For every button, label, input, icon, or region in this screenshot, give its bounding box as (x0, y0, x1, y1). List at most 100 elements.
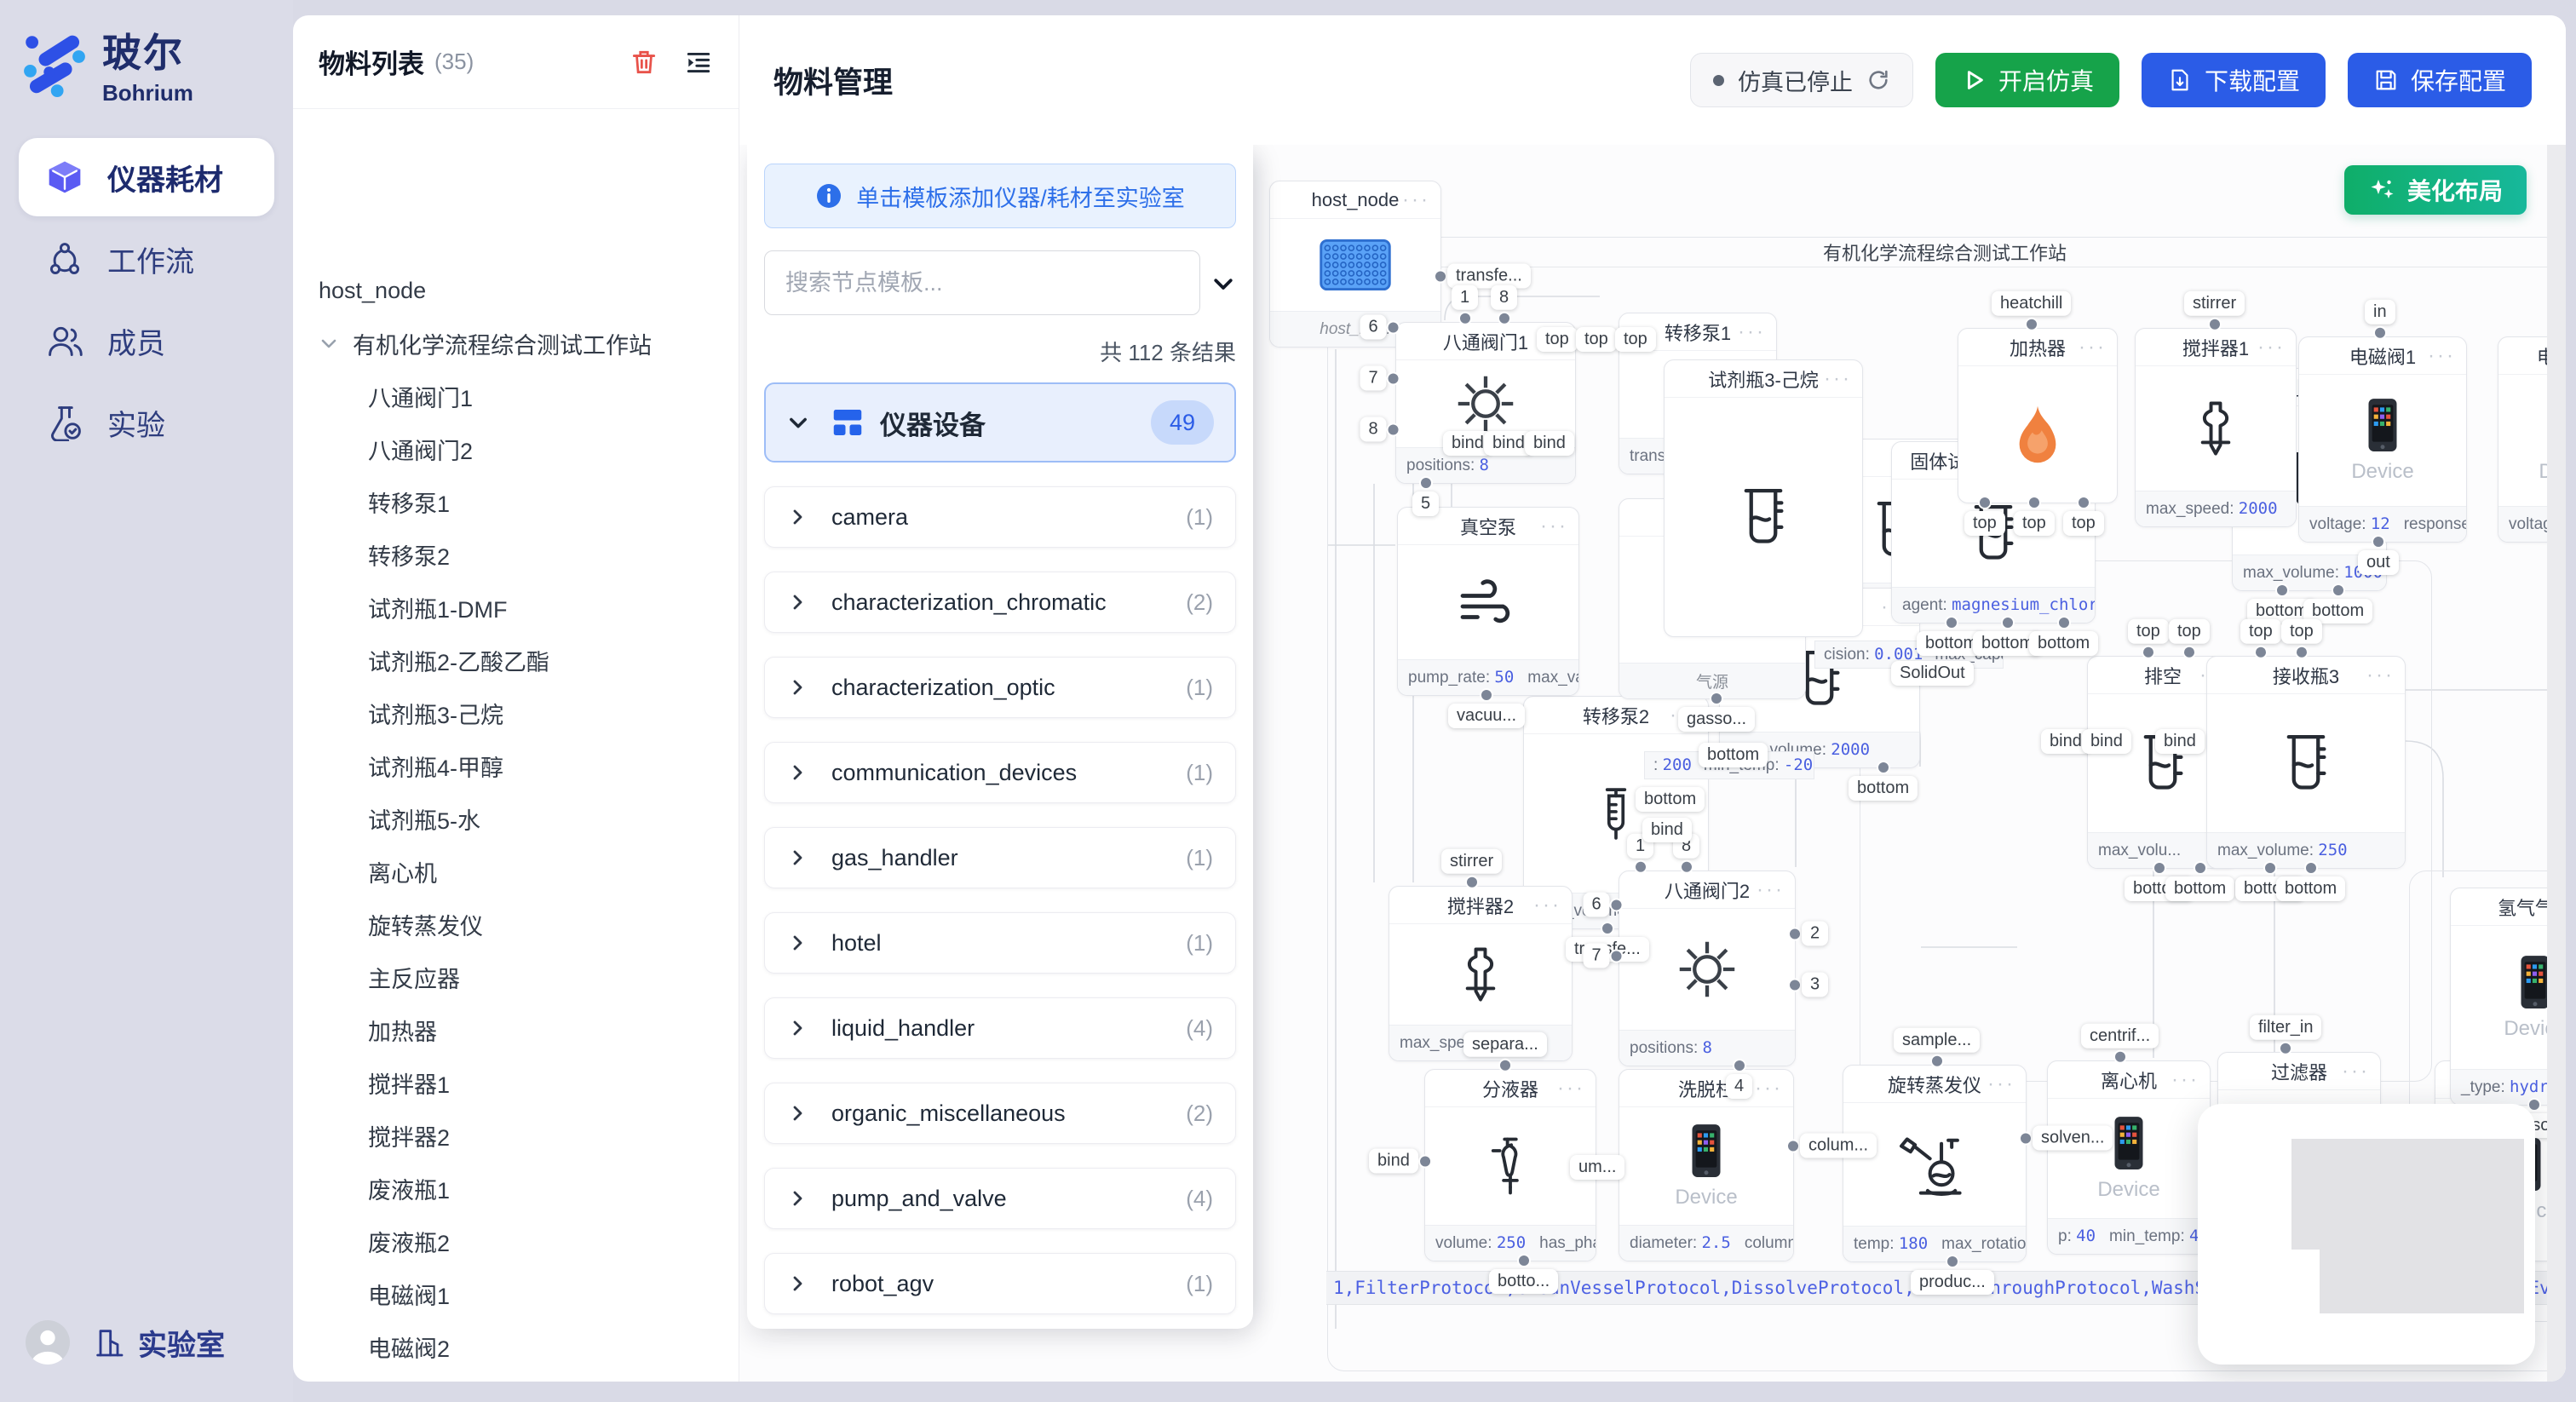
template-category-hotel[interactable]: hotel(1) (764, 912, 1236, 974)
canvas-node[interactable]: 旋转蒸发仪···temp: 180max_rotation_speed: (1843, 1065, 2027, 1262)
node-menu-icon[interactable]: ··· (1402, 188, 1430, 212)
node-menu-icon[interactable]: ··· (1738, 320, 1766, 344)
tree-item[interactable]: 旋转蒸发仪 (293, 898, 739, 951)
tree-item[interactable]: 试剂瓶2-乙酸乙酯 (293, 634, 739, 687)
template-category-organic_miscellaneous[interactable]: organic_miscellaneous(2) (764, 1083, 1236, 1144)
node-menu-icon[interactable]: ··· (1670, 704, 1698, 727)
node-menu-icon[interactable]: ··· (1824, 367, 1852, 391)
canvas-node[interactable]: 加热器··· (1958, 328, 2118, 503)
tree-item[interactable]: 转移泵1 (293, 475, 739, 528)
minimap[interactable] (2198, 1104, 2535, 1365)
template-category-characterization_optic[interactable]: characterization_optic(1) (764, 657, 1236, 718)
node-menu-icon[interactable]: ··· (2342, 1060, 2370, 1083)
node-title: host_node··· (1270, 181, 1440, 219)
canvas-node[interactable]: 接收瓶3···max_volume: 250 (2206, 656, 2406, 869)
node-menu-icon[interactable]: ··· (2257, 336, 2286, 359)
tree-item[interactable]: 电磁阀1 (293, 1267, 739, 1320)
param-value: 200 (1663, 756, 1692, 774)
node-menu-icon[interactable]: ··· (1755, 1077, 1783, 1100)
node-menu-icon[interactable]: ··· (1987, 1072, 2015, 1096)
chevron-down-icon[interactable] (319, 333, 339, 353)
tree-item[interactable]: 加热器 (293, 1003, 739, 1056)
sim-status-pill[interactable]: 仿真已停止 (1690, 53, 1913, 107)
node-menu-icon[interactable]: ··· (2171, 1068, 2199, 1092)
canvas-node[interactable]: 八通阀门2···positions: 8 (1619, 871, 1796, 1066)
canvas-node[interactable]: 真空泵···pump_rate: 50max_vacuum: 0.1 (1397, 507, 1579, 696)
tree-item[interactable]: 搅拌器2 (293, 1109, 739, 1162)
template-category-pump_and_valve[interactable]: pump_and_valve(4) (764, 1168, 1236, 1229)
node-title: 分液器··· (1425, 1070, 1596, 1107)
chevron-right-icon (787, 507, 808, 527)
avatar[interactable] (26, 1320, 70, 1365)
canvas-node[interactable]: 搅拌器1···max_speed: 2000 (2135, 328, 2297, 527)
trash-icon[interactable] (630, 48, 658, 77)
collapse-list-icon[interactable] (684, 48, 713, 77)
canvas-node[interactable]: 分液器··· volume: 250has_phases: true (1424, 1069, 1596, 1261)
node-param-value: 180 (1899, 1234, 1928, 1253)
tree-item[interactable]: 试剂瓶3-己烷 (293, 687, 739, 739)
node-footer: positions: 8 (1619, 1030, 1795, 1066)
tree-item[interactable]: 废液瓶1 (293, 1162, 739, 1215)
canvas-node[interactable]: 离心机···Devicep: 40min_temp: 4max_spe (2047, 1060, 2211, 1255)
stirrer-icon (2186, 392, 2245, 465)
sidebar-item-cube[interactable]: 仪器耗材 (19, 138, 274, 216)
tree-item[interactable]: 氢气电磁阀 (293, 1373, 739, 1382)
tree-item-group[interactable]: 有机化学流程综合测试工作站 (293, 317, 739, 370)
node-menu-icon[interactable]: ··· (2428, 344, 2456, 368)
refresh-icon[interactable] (1866, 68, 1890, 92)
canvas-node[interactable]: 洗脱柱···Devicediameter: 2.5column_type: si (1619, 1069, 1794, 1261)
canvas-node[interactable]: 八通阀门1···positions: 8 (1395, 322, 1576, 484)
sidebar-item-workflow[interactable]: 工作流 (19, 220, 274, 298)
template-category-communication_devices[interactable]: communication_devices(1) (764, 742, 1236, 803)
node-param-value: 2.5 (1701, 1233, 1730, 1252)
template-category-characterization_chromatic[interactable]: characterization_chromatic(2) (764, 572, 1236, 633)
tree-item[interactable]: 离心机 (293, 845, 739, 898)
canvas-node[interactable]: 电磁阀1···Devicevoltage: 12response_time: 0… (2298, 336, 2467, 543)
tree-item[interactable]: 八通阀门2 (293, 422, 739, 475)
collapse-panel-icon[interactable] (1210, 271, 1236, 296)
node-menu-icon[interactable]: ··· (2366, 664, 2395, 687)
node-menu-icon[interactable]: ··· (1557, 1077, 1585, 1100)
canvas-scrollbar[interactable] (2547, 145, 2566, 1382)
sidebar-item-members[interactable]: 成员 (19, 302, 274, 380)
start-sim-button[interactable]: 开启仿真 (1935, 53, 2119, 107)
tree-item[interactable]: 废液瓶2 (293, 1215, 739, 1267)
tree-item[interactable]: 主反应器 (293, 951, 739, 1003)
template-category-camera[interactable]: camera(1) (764, 486, 1236, 548)
node-param: pump_rate: 50 (1408, 668, 1514, 687)
node-menu-icon[interactable]: ··· (1757, 878, 1785, 902)
node-footer: volume: 250has_phases: true (1425, 1225, 1596, 1261)
tree-item[interactable]: 试剂瓶5-水 (293, 792, 739, 845)
tree-item[interactable]: 搅拌器1 (293, 1056, 739, 1109)
app-container: 物料列表 (35) host_node有机化学流程综合测试工作站八通阀门1八通阀… (293, 15, 2566, 1382)
node-param-value: 8 (1703, 1038, 1712, 1057)
node-param-value: 2000 (2239, 499, 2278, 518)
beautify-layout-button[interactable]: 美化布局 (2344, 165, 2527, 215)
download-config-button[interactable]: 下载配置 (2142, 53, 2326, 107)
canvas-node[interactable]: 搅拌器2···max_speed: 2000 (1389, 886, 1573, 1061)
template-category-liquid_handler[interactable]: liquid_handler(4) (764, 997, 1236, 1059)
status-dot-icon (1713, 75, 1724, 86)
tree-item[interactable]: 试剂瓶1-DMF (293, 581, 739, 634)
tree-item[interactable]: 试剂瓶4-甲醇 (293, 739, 739, 792)
beaker-icon (1731, 485, 1796, 549)
node-menu-icon[interactable]: ··· (1540, 514, 1568, 538)
flow-canvas[interactable]: 有机化学流程综合测试工作站 host_node···host_no...八通阀门… (739, 145, 2566, 1382)
template-category-gas_handler[interactable]: gas_handler(1) (764, 827, 1236, 888)
sidebar-item-experiment[interactable]: 实验 (19, 383, 274, 462)
tree-item[interactable]: 电磁阀2 (293, 1320, 739, 1373)
lab-link[interactable]: 实验室 (92, 1322, 225, 1364)
category-group-instruments[interactable]: 仪器设备 49 (764, 382, 1236, 463)
tree-item-host[interactable]: host_node (293, 264, 739, 317)
node-param-value: 250 (2318, 841, 2347, 859)
search-input[interactable] (764, 250, 1200, 315)
device-icon (1688, 1123, 1725, 1179)
save-config-button[interactable]: 保存配置 (2348, 53, 2532, 107)
tree-item[interactable]: 八通阀门1 (293, 370, 739, 422)
template-category-robot_agv[interactable]: robot_agv(1) (764, 1253, 1236, 1314)
node-menu-icon[interactable]: ··· (2079, 336, 2107, 359)
canvas-node[interactable]: 试剂瓶3-己烷··· (1664, 359, 1863, 637)
node-menu-icon[interactable]: ··· (1533, 893, 1561, 917)
tree-item[interactable]: 转移泵2 (293, 528, 739, 581)
node-menu-icon[interactable]: ··· (1537, 330, 1565, 353)
